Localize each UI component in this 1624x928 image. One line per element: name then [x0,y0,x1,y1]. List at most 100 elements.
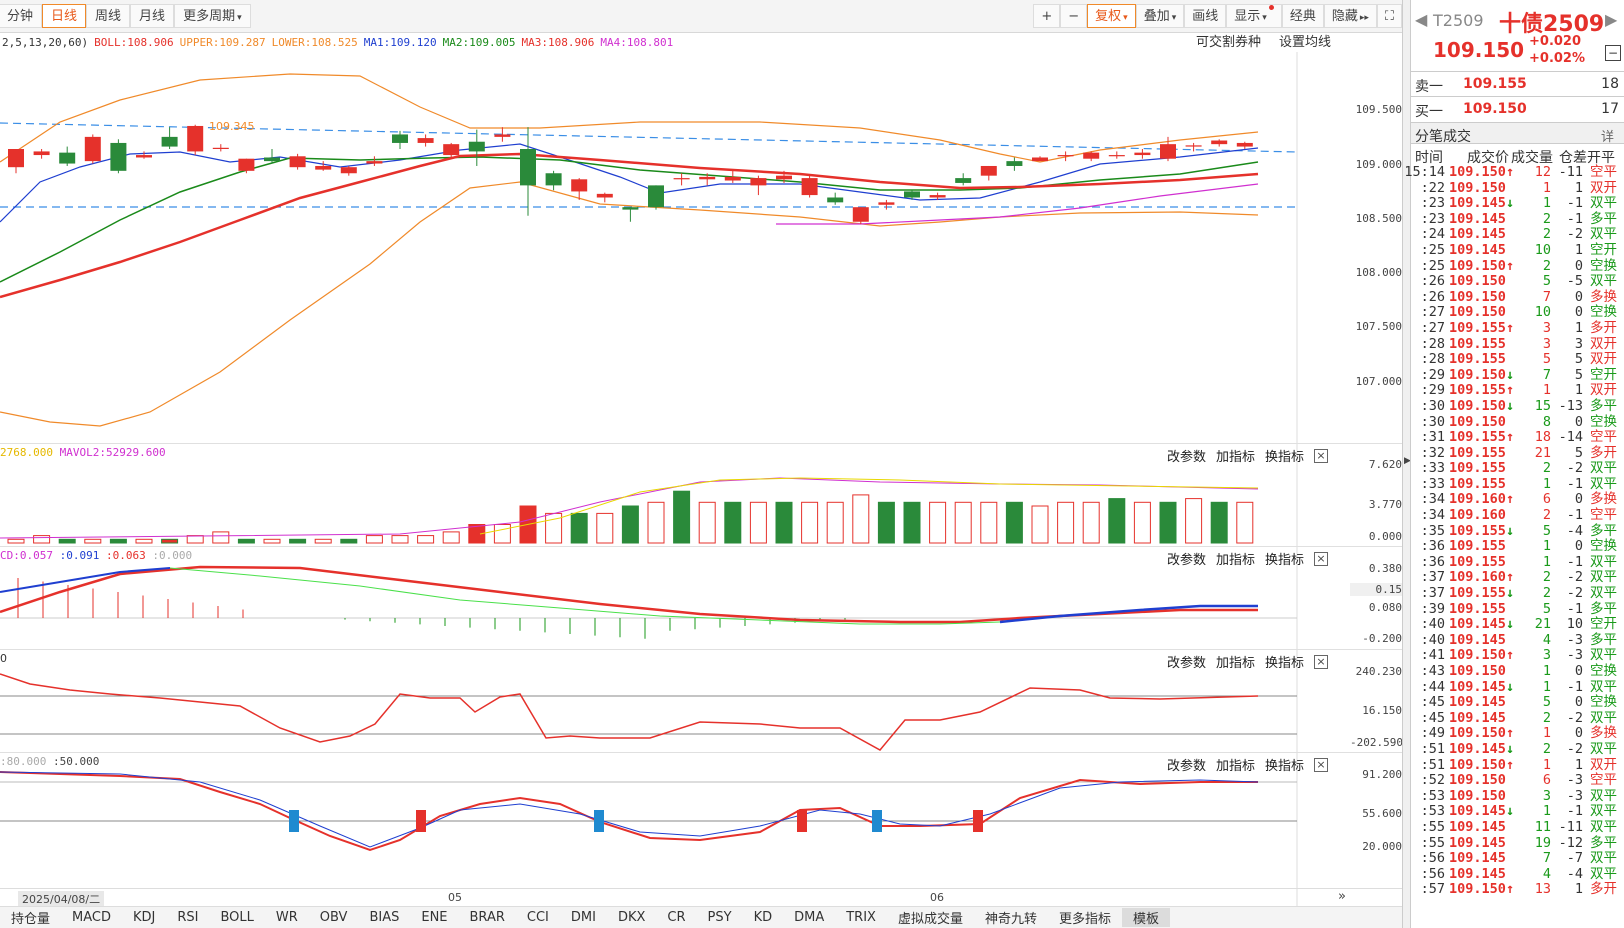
vol-label: 3.770 [1368,498,1402,511]
indicator-tab[interactable]: ENE [410,910,458,925]
period-tab[interactable]: 更多周期 ▾ [174,4,251,28]
toolbar-button[interactable]: 隐藏 ▸▸ [1323,4,1377,28]
close-icon[interactable]: × [1314,448,1328,463]
indicator-tab[interactable]: KDJ [122,910,166,925]
indicator-tab[interactable]: DMI [560,910,607,925]
add-indicator-button[interactable]: 加指标 [1216,446,1255,465]
toolbar-button[interactable]: 画线 [1184,4,1227,28]
candle-body [33,151,50,156]
indicator-tab[interactable]: PSY [697,910,743,925]
buy-price: 109.150 [1463,101,1527,117]
indicator-tab[interactable]: OBV [309,910,359,925]
period-tab[interactable]: 月线 [130,4,175,28]
indicator-tab[interactable]: CR [656,910,696,925]
date-tick: 06 [930,891,944,904]
toolbar-button[interactable]: 叠加 ▾ [1135,4,1185,28]
candle-body [443,144,460,156]
cci-title: 0 [0,652,7,665]
fullscreen-icon[interactable]: ⛶ [1376,4,1402,28]
add-indicator-button[interactable]: 加指标 [1216,549,1255,568]
add-indicator-button[interactable]: 加指标 [1216,652,1255,671]
close-icon[interactable]: × [1314,654,1328,669]
volume-bar [1236,501,1254,544]
prev-icon[interactable]: ◀ [1415,10,1427,29]
tick-row: :41 109.150↑ 3 -3 双平 [1420,647,1617,664]
indicator-tab[interactable]: MACD [61,910,122,925]
candle-body [520,149,536,186]
volume-bar [186,535,204,544]
indicator-tab[interactable]: DMA [783,910,835,925]
candle-body [494,134,511,137]
indicator-tab[interactable]: BIAS [358,910,410,925]
indicator-tab[interactable]: 更多指标 [1048,908,1122,927]
switch-indicator-button[interactable]: 换指标 [1265,652,1304,671]
candle-body [776,175,792,180]
tick-row: :34 109.160 2 -1 空平 [1420,507,1617,524]
indicator-tab[interactable]: BOLL [209,910,264,925]
indicator-tab[interactable]: 模板 [1122,908,1171,927]
switch-indicator-button[interactable]: 换指标 [1265,446,1304,465]
toolbar-button[interactable]: 经典 [1281,4,1324,28]
set-ma-link[interactable]: 设置均线 [1279,35,1331,50]
high-marker: 109.345 [209,120,255,133]
candle-body [1236,142,1253,147]
volume-bar [852,494,870,544]
volume-bar [417,535,435,544]
close-icon[interactable]: × [1314,551,1328,566]
indicator-tab[interactable]: RSI [166,910,209,925]
indicator-tab[interactable]: DKX [607,910,656,925]
detail-button[interactable]: 详 [1601,126,1614,145]
change-params-button[interactable]: 改参数 [1167,652,1206,671]
tick-list: 15:14 109.150↑ 12 -11 空平:22 109.150 1 1 双开:23 109… [1403,164,1617,898]
indicator-tab[interactable]: BRAR [459,910,516,925]
kdj-50: :50.000 [52,755,100,768]
add-indicator-button[interactable]: 加指标 [1216,755,1255,774]
indicator-tab[interactable]: CCI [516,910,560,925]
switch-indicator-button[interactable]: 换指标 [1265,755,1304,774]
candle-body [699,176,716,180]
indicator-tab[interactable]: TRIX [835,910,887,925]
scroll-right-icon[interactable]: » [1338,889,1346,904]
candle-body [238,158,255,171]
tick-row: :39 109.155 5 -1 多平 [1420,600,1617,617]
cci-label: -202.590 [1350,736,1403,749]
candle-body [417,138,434,143]
candle-body [289,156,306,168]
indicator-tab[interactable]: WR [265,910,309,925]
period-tab[interactable]: 分钟 [0,4,43,28]
indicator-tab[interactable]: 神奇九转 [974,908,1048,927]
tick-row: :34 109.160↑ 6 0 多换 [1420,491,1617,508]
candle-body [955,178,972,183]
toolbar-button[interactable]: − [1060,4,1088,28]
panel-divider [0,443,1402,444]
change-params-button[interactable]: 改参数 [1167,549,1206,568]
toolbar-button[interactable]: 复权 ▾ [1087,4,1136,28]
indicator-tab[interactable]: 持仓量 [0,908,61,927]
deliverable-bonds-link[interactable]: 可交割券种 [1196,35,1261,50]
toolbar-button[interactable]: + [1033,4,1061,28]
candle-body [84,136,101,162]
change-params-button[interactable]: 改参数 [1167,755,1206,774]
toolbar-button[interactable]: 显示 ▾ [1226,4,1282,28]
next-icon[interactable]: ▶ [1605,10,1617,29]
tick-row: :26 109.150 5 -5 双平 [1420,273,1617,290]
switch-indicator-button[interactable]: 换指标 [1265,549,1304,568]
period-tab[interactable]: 周线 [86,4,131,28]
candle-body [904,191,920,198]
period-tab[interactable]: 日线 [42,4,87,28]
volume-bar [698,501,716,544]
volume-bar [442,531,460,544]
volume-bar [980,501,998,544]
ind-ma1: MA1:109.120 [363,36,437,49]
indicator-tab[interactable]: KD [743,910,784,925]
close-icon[interactable]: × [1314,757,1328,772]
change-params-button[interactable]: 改参数 [1167,446,1206,465]
tick-row: :27 109.150 10 0 空换 [1420,304,1617,321]
collapse-icon[interactable]: − [1605,45,1621,61]
macd-label: -0.200 [1362,632,1402,645]
ind-upper: UPPER:109.287 [179,36,266,49]
indicator-tab[interactable]: 虚拟成交量 [887,908,974,927]
volume-bar [1108,498,1126,544]
price-label: 108.500 [1355,212,1402,225]
tick-row: :53 109.145↓ 1 -1 双平 [1420,803,1617,820]
